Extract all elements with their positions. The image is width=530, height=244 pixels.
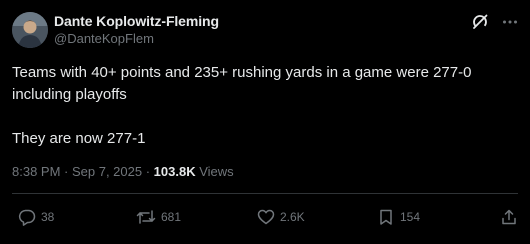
engagement-bar: 38 681 2.6K 154 bbox=[0, 205, 530, 229]
meta-separator: · bbox=[142, 164, 154, 179]
more-icon[interactable] bbox=[500, 12, 520, 32]
meta-separator: · bbox=[60, 164, 72, 179]
bookmark-button[interactable]: 154 bbox=[377, 205, 420, 229]
post-text-line: They are now 277-1 bbox=[12, 130, 146, 147]
repost-icon bbox=[136, 210, 156, 224]
views-count: 103.8K bbox=[153, 164, 196, 179]
post-text: Teams with 40+ points and 235+ rushing y… bbox=[12, 62, 516, 150]
grok-icon[interactable] bbox=[470, 12, 490, 32]
author-display-name[interactable]: Dante Koplowitz-Fleming bbox=[54, 12, 219, 30]
like-button[interactable]: 2.6K bbox=[257, 205, 305, 229]
bookmark-count: 154 bbox=[400, 210, 421, 224]
bookmark-icon bbox=[380, 209, 392, 225]
post-card: Dante Koplowitz-Fleming @DanteKopFlem Te… bbox=[0, 0, 530, 244]
share-icon bbox=[502, 209, 516, 225]
post-meta: 8:38 PM · Sep 7, 2025 · 103.8K Views bbox=[12, 163, 234, 181]
views-label: Views bbox=[195, 164, 234, 179]
author-block: Dante Koplowitz-Fleming @DanteKopFlem bbox=[54, 12, 219, 48]
heart-icon bbox=[257, 209, 275, 225]
reply-button[interactable]: 38 bbox=[18, 205, 54, 229]
post-top-actions bbox=[470, 12, 520, 32]
avatar[interactable] bbox=[12, 12, 48, 48]
share-button[interactable] bbox=[500, 205, 518, 229]
post-time[interactable]: 8:38 PM bbox=[12, 164, 60, 179]
reply-icon bbox=[18, 209, 36, 226]
avatar-image bbox=[12, 12, 48, 48]
author-handle[interactable]: @DanteKopFlem bbox=[54, 30, 219, 48]
reply-count: 38 bbox=[41, 210, 55, 224]
post-text-line: Teams with 40+ points and 235+ rushing y… bbox=[12, 64, 472, 103]
like-count: 2.6K bbox=[280, 210, 305, 224]
repost-count: 681 bbox=[161, 210, 182, 224]
repost-button[interactable]: 681 bbox=[136, 205, 181, 229]
divider bbox=[12, 193, 518, 194]
post-date[interactable]: Sep 7, 2025 bbox=[72, 164, 142, 179]
